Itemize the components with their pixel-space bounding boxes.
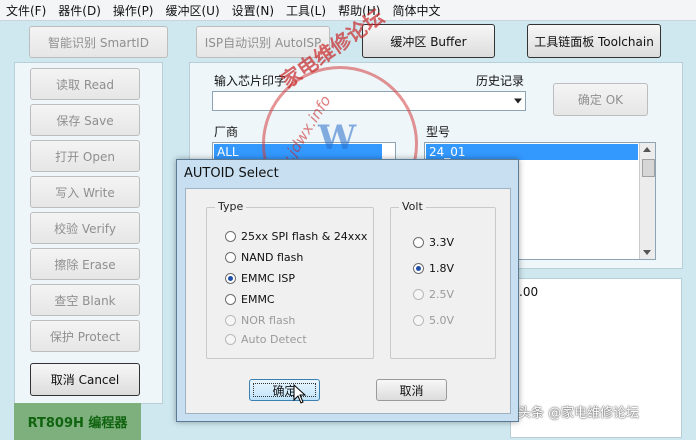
- save-button[interactable]: 保存 Save: [30, 104, 140, 136]
- radio-emmc-isp[interactable]: [225, 273, 236, 284]
- dialog-title: AUTOID Select: [184, 166, 279, 181]
- read-button[interactable]: 读取 Read: [30, 68, 140, 100]
- menu-language[interactable]: 简体中文: [386, 2, 446, 19]
- type-option-emmc[interactable]: EMMC: [225, 293, 275, 306]
- volt-option-2v5: 2.5V: [413, 288, 454, 301]
- menu-device[interactable]: 器件(D): [52, 2, 107, 19]
- brand-label: RT809H 编程器: [14, 403, 141, 440]
- radio-nand[interactable]: [225, 252, 236, 263]
- model-scrollbar[interactable]: [639, 143, 655, 259]
- radio-2v5: [413, 289, 424, 300]
- blank-check-button[interactable]: 查空 Blank: [30, 284, 140, 316]
- dialog-ok-button[interactable]: 确定: [249, 379, 320, 401]
- radio-spi[interactable]: [225, 231, 236, 242]
- volt-group-title: Volt: [399, 200, 426, 213]
- info-text: .00: [519, 285, 539, 299]
- radio-1v8[interactable]: [413, 263, 424, 274]
- menu-tools[interactable]: 工具(L): [280, 2, 332, 19]
- erase-button[interactable]: 擦除 Erase: [30, 248, 140, 280]
- confirm-ok-button[interactable]: 确定 OK: [553, 83, 648, 116]
- dialog-cancel-button[interactable]: 取消: [376, 379, 447, 401]
- open-button[interactable]: 打开 Open: [30, 140, 140, 172]
- menu-file[interactable]: 文件(F): [0, 2, 52, 19]
- toolchain-button[interactable]: 工具链面板 Toolchain: [527, 24, 661, 58]
- volt-option-5v0: 5.0V: [413, 314, 454, 327]
- type-option-emmc-isp[interactable]: EMMC ISP: [225, 272, 295, 285]
- type-option-nor: NOR flash: [225, 314, 295, 327]
- type-group-title: Type: [215, 200, 247, 213]
- scroll-down-icon[interactable]: [643, 250, 651, 255]
- source-credit: 头条 @家电维修论坛: [518, 406, 640, 421]
- radio-emmc[interactable]: [225, 294, 236, 305]
- chevron-down-icon[interactable]: [514, 98, 522, 104]
- type-option-spi[interactable]: 25xx SPI flash & 24xxx: [225, 230, 367, 243]
- type-option-nand[interactable]: NAND flash: [225, 251, 303, 264]
- model-label: 型号: [426, 125, 451, 139]
- protect-button[interactable]: 保护 Protect: [30, 320, 140, 352]
- radio-auto-detect: [225, 334, 236, 345]
- model-selected[interactable]: 24_01: [426, 144, 638, 160]
- smartid-button[interactable]: 智能识别 SmartID: [29, 26, 168, 58]
- chip-marking-label: 输入芯片印字: [214, 74, 287, 88]
- scroll-thumb[interactable]: [642, 159, 655, 177]
- type-group: Type 25xx SPI flash & 24xxx NAND flash E…: [206, 200, 374, 359]
- verify-button[interactable]: 校验 Verify: [30, 212, 140, 244]
- history-label: 历史记录: [476, 74, 525, 88]
- scroll-up-icon[interactable]: [643, 147, 651, 152]
- mouse-cursor-icon: [293, 384, 307, 404]
- watermark-logo: W: [318, 118, 357, 158]
- volt-option-3v3[interactable]: 3.3V: [413, 236, 454, 249]
- volt-group: Volt 3.3V 1.8V 2.5V 5.0V: [390, 200, 496, 359]
- write-button[interactable]: 写入 Write: [30, 176, 140, 208]
- radio-5v0: [413, 315, 424, 326]
- radio-3v3[interactable]: [413, 237, 424, 248]
- vendor-label: 厂商: [214, 125, 239, 139]
- dialog-body: Type 25xx SPI flash & 24xxx NAND flash E…: [185, 188, 511, 414]
- volt-option-1v8[interactable]: 1.8V: [413, 262, 454, 275]
- cancel-operation-button[interactable]: 取消 Cancel: [30, 363, 140, 396]
- type-option-auto-detect: Auto Detect: [225, 333, 307, 346]
- menu-settings[interactable]: 设置(N): [226, 2, 280, 19]
- menu-buffer[interactable]: 缓冲区(U): [160, 2, 226, 19]
- menu-operate[interactable]: 操作(P): [107, 2, 160, 19]
- radio-nor: [225, 315, 236, 326]
- autoid-dialog: AUTOID Select Type 25xx SPI flash & 24xx…: [176, 159, 519, 422]
